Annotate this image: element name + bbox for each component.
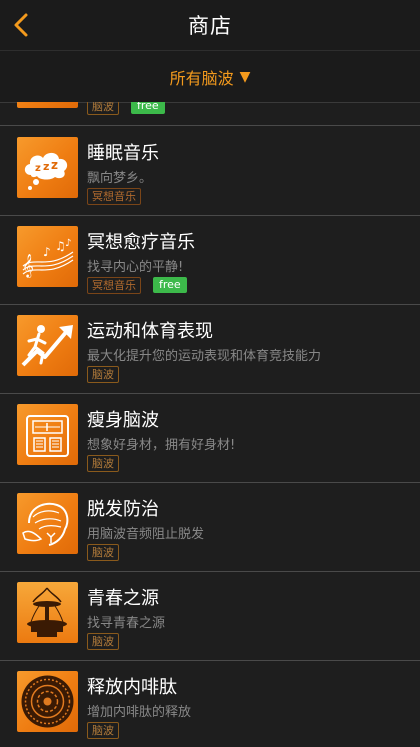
- svg-text:𝄞: 𝄞: [22, 253, 34, 278]
- item-title: 运动和体育表现: [87, 321, 213, 342]
- bathroom-scale-icon: [26, 415, 69, 457]
- head-hair-icon: [22, 502, 69, 546]
- product-thumbnail: [17, 493, 78, 554]
- list-item[interactable]: 脑波 free: [0, 102, 420, 126]
- item-title: 睡眠音乐: [87, 143, 159, 164]
- category-tag: 脑波: [87, 722, 119, 739]
- list-item[interactable]: 𝄞 ♪ ♫ ♪ 冥想愈疗音乐 找寻内心的平静! 冥想音乐 free: [0, 216, 420, 305]
- list-item[interactable]: 运动和体育表现 最大化提升您的运动表现和体育竞技能力 脑波: [0, 305, 420, 394]
- product-list[interactable]: 脑波 free z z z 睡眠音乐 飘向梦乡。 冥想音乐 𝄞 ♪ ♫ ♪ 冥想…: [0, 102, 420, 747]
- product-thumbnail: [17, 582, 78, 643]
- item-subtitle: 飘向梦乡。: [87, 171, 153, 186]
- svg-text:z: z: [51, 158, 58, 172]
- svg-text:♪: ♪: [43, 245, 51, 259]
- runner-arrow-icon: [21, 325, 73, 367]
- product-thumbnail: 𝄞 ♪ ♫ ♪: [17, 226, 78, 287]
- item-subtitle: 想象好身材，拥有好身材!: [87, 438, 236, 453]
- item-subtitle: 找寻内心的平静!: [87, 260, 184, 275]
- category-tag: 冥想音乐: [87, 277, 141, 294]
- fountain-icon: [27, 587, 67, 637]
- caret-down-icon: ▼: [239, 68, 251, 85]
- free-badge: free: [153, 277, 187, 293]
- category-tag: 脑波: [87, 633, 119, 650]
- list-item[interactable]: 脱发防治 用脑波音频阻止脱发 脑波: [0, 483, 420, 572]
- item-subtitle: 最大化提升您的运动表现和体育竞技能力: [87, 349, 322, 364]
- product-thumbnail: [17, 102, 78, 108]
- chevron-left-icon: [14, 13, 28, 37]
- category-tag: 冥想音乐: [87, 188, 141, 205]
- list-item[interactable]: 释放内啡肽 增加内啡肽的释放 脑波: [0, 661, 420, 747]
- category-tag: 脑波: [87, 102, 119, 115]
- item-title: 青春之源: [87, 588, 159, 609]
- item-subtitle: 找寻青春之源: [87, 616, 166, 631]
- sleep-cloud-icon: z z z: [24, 152, 68, 190]
- list-item[interactable]: 青春之源 找寻青春之源 脑波: [0, 572, 420, 661]
- filter-label: 所有脑波: [169, 68, 234, 88]
- product-thumbnail: z z z: [17, 137, 78, 198]
- free-badge: free: [131, 102, 165, 114]
- mandala-icon: [21, 675, 74, 728]
- category-tag: 脑波: [87, 366, 119, 383]
- page-title: 商店: [188, 14, 232, 38]
- item-subtitle: 增加内啡肽的释放: [87, 705, 192, 720]
- nav-bar: 商店: [0, 0, 420, 50]
- list-item[interactable]: 瘦身脑波 想象好身材，拥有好身材! 脑波: [0, 394, 420, 483]
- list-item[interactable]: z z z 睡眠音乐 飘向梦乡。 冥想音乐: [0, 127, 420, 216]
- product-thumbnail: [17, 315, 78, 376]
- category-tag: 脑波: [87, 544, 119, 561]
- item-title: 脱发防治: [87, 499, 159, 520]
- back-button[interactable]: [6, 8, 36, 42]
- svg-text:z: z: [43, 160, 49, 173]
- music-notes-icon: 𝄞 ♪ ♫ ♪: [22, 238, 74, 278]
- product-thumbnail: [17, 671, 78, 732]
- item-title: 冥想愈疗音乐: [87, 232, 195, 253]
- store-screen: 商店 所有脑波 ▼ 脑波 free z z z 睡眠音乐 飘向梦乡。 冥想音乐 …: [0, 0, 420, 747]
- svg-text:♪: ♪: [65, 238, 71, 249]
- item-title: 瘦身脑波: [87, 410, 159, 431]
- svg-text:z: z: [35, 163, 41, 174]
- item-title: 释放内啡肽: [87, 677, 177, 698]
- brainwave-filter-dropdown[interactable]: 所有脑波 ▼: [0, 50, 420, 103]
- item-subtitle: 用脑波音频阻止脱发: [87, 527, 205, 542]
- product-thumbnail: [17, 404, 78, 465]
- category-tag: 脑波: [87, 455, 119, 472]
